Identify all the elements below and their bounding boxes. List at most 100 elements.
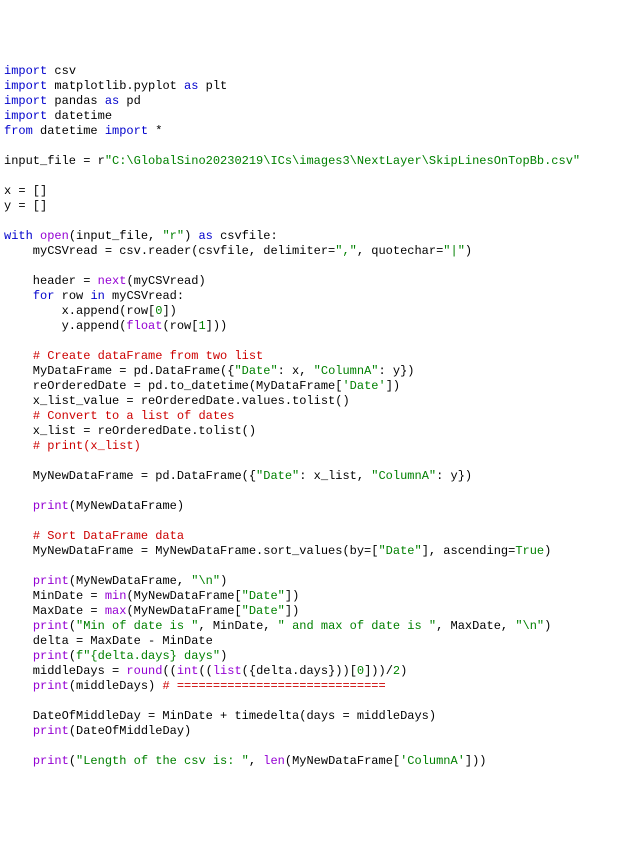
code-line: print(MyNewDataFrame, "\n") bbox=[4, 574, 638, 589]
code-line bbox=[4, 259, 638, 274]
token-fn: print bbox=[33, 754, 69, 768]
token-str: "ColumnA" bbox=[371, 469, 436, 483]
token-str: "Length of the csv is: " bbox=[76, 754, 249, 768]
token-str: "Date" bbox=[234, 364, 277, 378]
code-line: import csv bbox=[4, 64, 638, 79]
code-line: # print(x_list) bbox=[4, 439, 638, 454]
code-line bbox=[4, 334, 638, 349]
token-kw: for bbox=[33, 289, 55, 303]
code-line: print(DateOfMiddleDay) bbox=[4, 724, 638, 739]
token-fn: next bbox=[98, 274, 127, 288]
code-line: with open(input_file, "r") as csvfile: bbox=[4, 229, 638, 244]
code-line bbox=[4, 559, 638, 574]
code-line: # Create dataFrame from two list bbox=[4, 349, 638, 364]
code-line: # Sort DataFrame data bbox=[4, 529, 638, 544]
code-line: import matplotlib.pyplot as plt bbox=[4, 79, 638, 94]
token-str: 'Date' bbox=[342, 379, 385, 393]
token-kw: import bbox=[4, 79, 47, 93]
code-line: x.append(row[0]) bbox=[4, 304, 638, 319]
code-line bbox=[4, 739, 638, 754]
token-kw: as bbox=[184, 79, 198, 93]
token-str: "\n" bbox=[515, 619, 544, 633]
token-fn: float bbox=[126, 319, 162, 333]
code-line: from datetime import * bbox=[4, 124, 638, 139]
code-line: MinDate = min(MyNewDataFrame["Date"]) bbox=[4, 589, 638, 604]
token-str: "C:\GlobalSino20230219\ICs\images3\NextL… bbox=[105, 154, 580, 168]
code-line: for row in myCSVread: bbox=[4, 289, 638, 304]
code-line: import datetime bbox=[4, 109, 638, 124]
token-fn: print bbox=[33, 574, 69, 588]
code-line bbox=[4, 454, 638, 469]
token-str: "|" bbox=[443, 244, 465, 258]
token-fn: list bbox=[213, 664, 242, 678]
token-kw: in bbox=[90, 289, 104, 303]
code-line: print(f"{delta.days} days") bbox=[4, 649, 638, 664]
code-line: x = [] bbox=[4, 184, 638, 199]
token-str: f"{delta.days} days" bbox=[76, 649, 220, 663]
token-kw: import bbox=[105, 124, 148, 138]
token-fn: print bbox=[33, 679, 69, 693]
token-kw: import bbox=[4, 94, 47, 108]
token-cmt: # print(x_list) bbox=[33, 439, 141, 453]
token-str: "," bbox=[335, 244, 357, 258]
token-num: True bbox=[515, 544, 544, 558]
code-line: input_file = r"C:\GlobalSino20230219\ICs… bbox=[4, 154, 638, 169]
code-block: import csvimport matplotlib.pyplot as pl… bbox=[4, 64, 638, 769]
code-line: MaxDate = max(MyNewDataFrame["Date"]) bbox=[4, 604, 638, 619]
token-kw: import bbox=[4, 64, 47, 78]
token-kw: import bbox=[4, 109, 47, 123]
token-str: "Min of date is " bbox=[76, 619, 198, 633]
code-line: myCSVread = csv.reader(csvfile, delimite… bbox=[4, 244, 638, 259]
token-str: "r" bbox=[162, 229, 184, 243]
token-cmt: # Convert to a list of dates bbox=[33, 409, 235, 423]
token-fn: print bbox=[33, 724, 69, 738]
token-str: "ColumnA" bbox=[314, 364, 379, 378]
token-num: 1 bbox=[198, 319, 205, 333]
code-line bbox=[4, 214, 638, 229]
code-line bbox=[4, 484, 638, 499]
code-line: import pandas as pd bbox=[4, 94, 638, 109]
code-line: x_list = reOrderedDate.tolist() bbox=[4, 424, 638, 439]
code-line: print(MyNewDataFrame) bbox=[4, 499, 638, 514]
token-str: 'ColumnA' bbox=[400, 754, 465, 768]
token-fn: print bbox=[33, 649, 69, 663]
token-num: 0 bbox=[357, 664, 364, 678]
code-line: print("Length of the csv is: ", len(MyNe… bbox=[4, 754, 638, 769]
token-fn: round bbox=[126, 664, 162, 678]
token-str: "\n" bbox=[191, 574, 220, 588]
code-line: delta = MaxDate - MinDate bbox=[4, 634, 638, 649]
token-kw: from bbox=[4, 124, 33, 138]
token-cmt: # Sort DataFrame data bbox=[33, 529, 184, 543]
code-line bbox=[4, 139, 638, 154]
token-fn: int bbox=[177, 664, 199, 678]
token-str: "Date" bbox=[256, 469, 299, 483]
token-cmt: # ============================= bbox=[162, 679, 385, 693]
code-line: print("Min of date is ", MinDate, " and … bbox=[4, 619, 638, 634]
token-kw: as bbox=[105, 94, 119, 108]
code-line: y = [] bbox=[4, 199, 638, 214]
token-fn: max bbox=[105, 604, 127, 618]
token-str: "Date" bbox=[378, 544, 421, 558]
token-cmt: # Create dataFrame from two list bbox=[33, 349, 263, 363]
token-fn: print bbox=[33, 619, 69, 633]
token-str: "Date" bbox=[242, 604, 285, 618]
token-str: "Date" bbox=[242, 589, 285, 603]
code-line: y.append(float(row[1])) bbox=[4, 319, 638, 334]
token-kw: with bbox=[4, 229, 33, 243]
token-fn: print bbox=[33, 499, 69, 513]
code-line: header = next(myCSVread) bbox=[4, 274, 638, 289]
token-num: 2 bbox=[393, 664, 400, 678]
token-str: " and max of date is " bbox=[278, 619, 436, 633]
code-line: MyDataFrame = pd.DataFrame({"Date": x, "… bbox=[4, 364, 638, 379]
code-line: DateOfMiddleDay = MinDate + timedelta(da… bbox=[4, 709, 638, 724]
code-line: MyNewDataFrame = MyNewDataFrame.sort_val… bbox=[4, 544, 638, 559]
code-line bbox=[4, 694, 638, 709]
token-fn: len bbox=[263, 754, 285, 768]
token-kw: as bbox=[198, 229, 212, 243]
code-line: reOrderedDate = pd.to_datetime(MyDataFra… bbox=[4, 379, 638, 394]
code-line: MyNewDataFrame = pd.DataFrame({"Date": x… bbox=[4, 469, 638, 484]
code-line: middleDays = round((int((list({delta.day… bbox=[4, 664, 638, 679]
token-fn: open bbox=[40, 229, 69, 243]
token-num: 0 bbox=[155, 304, 162, 318]
code-line: print(middleDays) # ====================… bbox=[4, 679, 638, 694]
